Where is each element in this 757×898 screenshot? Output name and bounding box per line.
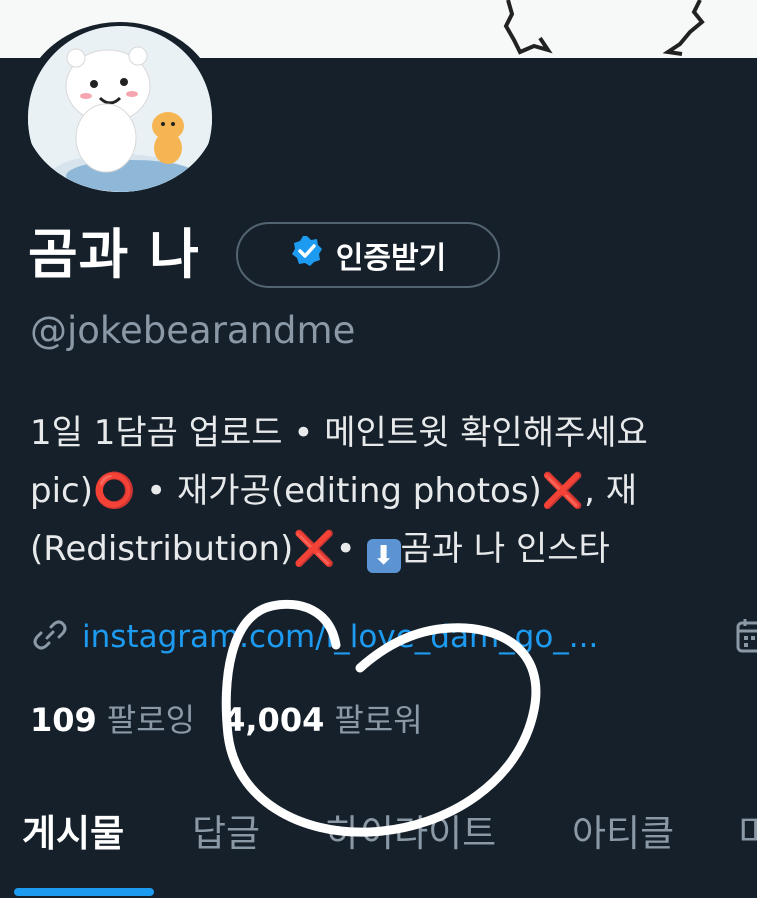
- followers-label: 팔로워: [334, 701, 423, 739]
- tab-highlights[interactable]: 하이라이트: [326, 806, 496, 862]
- cross-mark-emoji: ❌: [293, 529, 336, 569]
- circle-emoji: ⭕: [93, 471, 136, 511]
- profile-meta: instagram.com/i_love_dam_go_...: [30, 612, 757, 662]
- following-stat[interactable]: 109 팔로잉: [30, 695, 195, 745]
- bio-text: •: [335, 529, 367, 569]
- bio-line: 1일 1담곰 업로드 • 메인트윗 확인해주세요: [30, 413, 648, 453]
- bio-text: pic): [30, 471, 93, 511]
- tab-replies[interactable]: 답글: [192, 806, 260, 862]
- following-label: 팔로잉: [106, 701, 196, 739]
- calendar-icon: [734, 616, 757, 660]
- tab-posts[interactable]: 게시물: [22, 806, 124, 862]
- profile-handle: @jokebearandme: [30, 309, 356, 352]
- active-tab-indicator: [14, 888, 154, 896]
- bio-line: pic)⭕ • 재가공(editing photos)❌, 재: [30, 462, 757, 520]
- avatar-image: [28, 26, 212, 192]
- following-count: 109: [30, 701, 97, 739]
- followers-stat[interactable]: 4,004 팔로워: [223, 695, 423, 745]
- link-icon: [30, 615, 70, 659]
- followers-count: 4,004: [223, 701, 325, 739]
- verified-badge-icon: [290, 234, 324, 276]
- bio-text: • 재가공(editing photos): [135, 471, 542, 511]
- profile-name: 곰과 나: [28, 223, 200, 286]
- bio-line: (Redistribution)❌• ⬇ 곰과 나 인스타: [30, 520, 757, 578]
- profile-tabs: 게시물 답글 하이라이트 아티클 미: [0, 796, 757, 898]
- follow-stats: 109 팔로잉 4,004 팔로워: [30, 695, 423, 745]
- get-verified-button[interactable]: 인증받기: [236, 222, 500, 288]
- get-verified-label: 인증받기: [335, 241, 447, 276]
- down-arrow-emoji: ⬇: [366, 539, 401, 573]
- tab-media[interactable]: 미: [738, 806, 757, 862]
- profile-bio: 1일 1담곰 업로드 • 메인트윗 확인해주세요 pic)⭕ • 재가공(edi…: [30, 404, 757, 578]
- profile-link[interactable]: instagram.com/i_love_dam_go_...: [82, 619, 598, 655]
- bio-text: 곰과 나 인스타: [400, 529, 610, 569]
- bio-text: , 재: [584, 471, 638, 511]
- cross-mark-emoji: ❌: [541, 471, 585, 511]
- profile-avatar[interactable]: [22, 22, 218, 192]
- tab-articles[interactable]: 아티클: [572, 806, 674, 862]
- bio-text: (Redistribution): [30, 529, 294, 569]
